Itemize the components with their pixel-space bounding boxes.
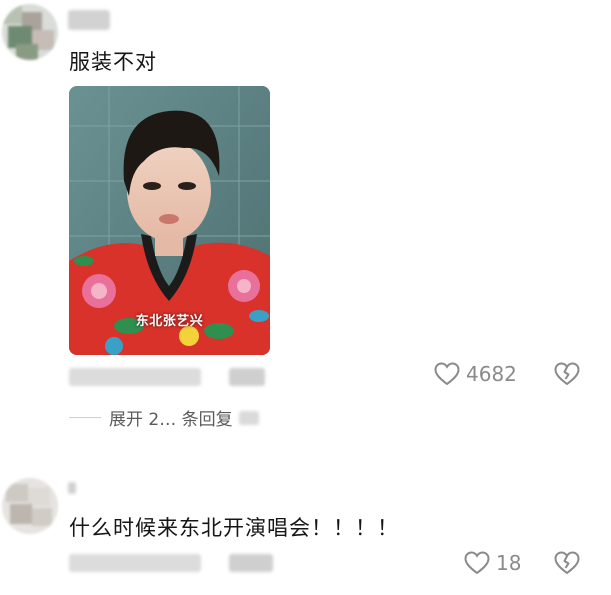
dislike-button[interactable] — [554, 362, 580, 390]
expand-replies[interactable]: 展开 2… 条回复 — [69, 405, 259, 430]
reply-button[interactable] — [229, 554, 273, 572]
image-caption: 东北张艺兴 — [135, 314, 204, 329]
comment-text: 什么时候来东北开演唱会！！！！ — [69, 516, 399, 540]
expand-replies-label: 展开 2… 条回复 — [109, 410, 233, 430]
heart-outline-icon — [434, 362, 460, 386]
username[interactable] — [68, 10, 110, 30]
divider — [69, 417, 101, 418]
avatar[interactable] — [2, 4, 58, 60]
reply-button[interactable] — [229, 368, 265, 386]
comment-meta — [69, 554, 201, 572]
like-count: 18 — [496, 551, 522, 575]
username[interactable] — [68, 482, 76, 494]
comment-text: 服装不对 — [69, 50, 157, 74]
comment-meta — [69, 368, 201, 386]
like-button[interactable]: 18 — [464, 551, 521, 575]
heart-outline-icon — [464, 551, 490, 575]
like-count: 4682 — [466, 362, 517, 386]
broken-heart-icon — [554, 362, 580, 390]
comment-thread: 服装不对 东北张艺兴 4682 展开 2… 条回复 什么时候来东北开演唱会！！！… — [0, 0, 611, 595]
reply-count-blur — [238, 410, 259, 425]
broken-heart-icon — [554, 551, 580, 579]
comment-image[interactable]: 东北张艺兴 — [69, 86, 270, 355]
avatar[interactable] — [2, 478, 58, 534]
like-button[interactable]: 4682 — [434, 362, 517, 386]
dislike-button[interactable] — [554, 551, 580, 579]
